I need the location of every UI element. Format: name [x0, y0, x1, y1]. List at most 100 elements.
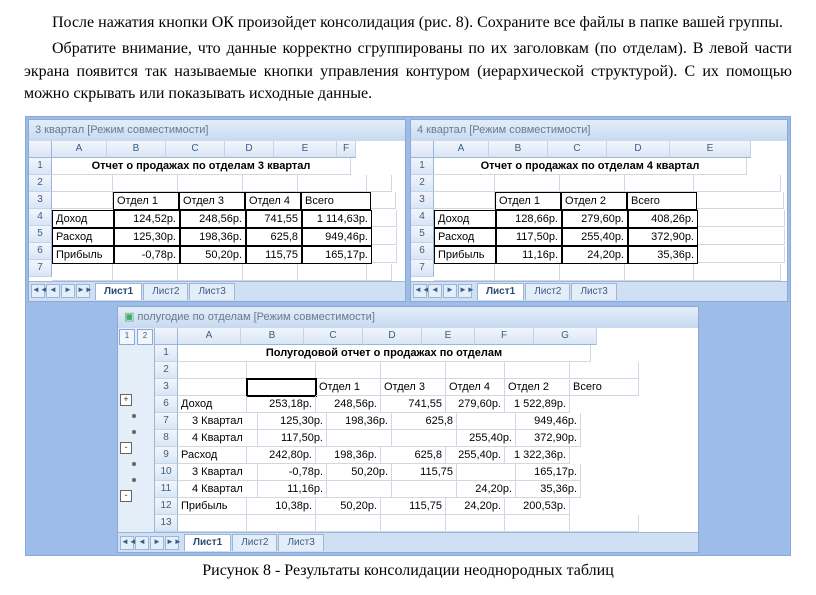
row-header[interactable]: 13 [155, 515, 178, 532]
cell[interactable] [560, 175, 625, 192]
data-cell[interactable]: 50,20р. [316, 498, 381, 515]
data-cell[interactable]: 372,90р. [516, 430, 581, 447]
data-cell[interactable]: 24,20р. [446, 498, 505, 515]
data-cell[interactable] [457, 464, 516, 481]
sheet-tab[interactable]: Лист1 [184, 534, 231, 551]
row-header[interactable]: 2 [411, 175, 434, 192]
row-label[interactable]: Расход [52, 228, 114, 246]
cell[interactable] [694, 175, 781, 192]
data-cell[interactable]: 165,17р. [302, 246, 372, 264]
row-header[interactable]: 3 [411, 192, 434, 209]
row-header[interactable]: 4 [29, 209, 52, 226]
row-label[interactable]: Прибыль [52, 246, 114, 264]
col-header[interactable]: B [241, 328, 304, 345]
row-label[interactable]: Расход [434, 228, 496, 246]
row-header[interactable]: 7 [155, 413, 178, 430]
header-cell[interactable]: Отдел 3 [381, 379, 446, 396]
data-cell[interactable]: 125,30р. [114, 228, 180, 246]
cell[interactable] [560, 264, 625, 281]
row-header[interactable]: 1 [29, 158, 52, 175]
data-cell[interactable]: 117,50р. [258, 430, 327, 447]
data-cell[interactable]: 198,36р. [327, 413, 392, 430]
row-header[interactable]: 4 [411, 209, 434, 226]
data-cell[interactable]: 24,20р. [457, 481, 516, 498]
cell[interactable] [434, 175, 495, 192]
row-header[interactable]: 8 [155, 430, 178, 447]
col-header[interactable]: G [534, 328, 597, 345]
data-cell[interactable]: -0,78р. [258, 464, 327, 481]
header-cell[interactable]: Отдел 3 [179, 192, 245, 210]
data-cell[interactable]: 10,38р. [247, 498, 316, 515]
col-header[interactable]: C [548, 141, 607, 158]
cell[interactable] [178, 175, 243, 192]
header-cell[interactable]: Всего [570, 379, 639, 396]
data-cell[interactable]: 372,90р. [628, 228, 698, 246]
data-cell[interactable]: 11,16р. [258, 481, 327, 498]
data-cell[interactable]: 625,8 [381, 447, 446, 464]
data-cell[interactable]: 198,36р. [180, 228, 246, 246]
col-header[interactable]: F [475, 328, 534, 345]
row-label[interactable]: Доход [434, 210, 496, 228]
data-cell[interactable]: 50,20р. [327, 464, 392, 481]
data-cell[interactable]: 198,36р. [316, 447, 381, 464]
row-header[interactable]: 3 [155, 379, 178, 396]
header-cell[interactable]: Всего [301, 192, 371, 210]
data-cell[interactable]: 24,20р. [562, 246, 628, 264]
data-cell[interactable]: 35,36р. [516, 481, 581, 498]
data-cell[interactable]: 248,56р. [316, 396, 381, 413]
header-cell[interactable]: Отдел 1 [113, 192, 179, 210]
data-cell[interactable]: 279,60р. [446, 396, 505, 413]
sheet-tab[interactable]: Лист3 [189, 283, 234, 300]
data-cell[interactable] [392, 430, 457, 447]
sheet-nav-btn[interactable]: ►► [76, 284, 90, 298]
col-header[interactable]: B [489, 141, 548, 158]
sheet-nav-btn[interactable]: ►► [458, 284, 472, 298]
row-header[interactable]: 10 [155, 464, 178, 481]
sheet-tab[interactable]: Лист2 [525, 283, 570, 300]
data-cell[interactable]: 625,8 [392, 413, 457, 430]
row-header[interactable]: 6 [155, 396, 178, 413]
header-cell[interactable]: Отдел 2 [561, 192, 627, 210]
row-header[interactable]: 1 [411, 158, 434, 175]
data-cell[interactable]: 11,16р. [496, 246, 562, 264]
header-cell[interactable]: Отдел 1 [316, 379, 381, 396]
col-header[interactable]: E [422, 328, 475, 345]
row-label[interactable]: Доход [52, 210, 114, 228]
sheet-nav-btn[interactable]: ◄ [46, 284, 60, 298]
cell[interactable] [694, 264, 781, 281]
data-cell[interactable]: 741,55 [246, 210, 302, 228]
data-cell[interactable] [327, 430, 392, 447]
data-cell[interactable]: 200,53р. [505, 498, 570, 515]
data-cell[interactable]: 115,75 [246, 246, 302, 264]
row-label[interactable]: Расход [178, 447, 247, 464]
col-header[interactable]: D [225, 141, 274, 158]
sheet-nav-btn[interactable]: ► [61, 284, 75, 298]
data-cell[interactable]: 35,36р. [628, 246, 698, 264]
row-header[interactable]: 3 [29, 192, 52, 209]
cell[interactable] [52, 175, 113, 192]
outline-level-btn[interactable]: 1 [119, 329, 135, 345]
col-header[interactable]: E [670, 141, 751, 158]
sheet-nav-btn[interactable]: ◄ [428, 284, 442, 298]
header-cell[interactable]: Отдел 1 [495, 192, 561, 210]
data-cell[interactable]: 279,60р. [562, 210, 628, 228]
data-cell[interactable]: 408,26р. [628, 210, 698, 228]
title-cell[interactable]: Полугодовой отчет о продажах по отделам [178, 345, 591, 362]
row-header[interactable]: 1 [155, 345, 178, 362]
col-header[interactable]: A [434, 141, 489, 158]
row-label[interactable]: Доход [178, 396, 247, 413]
row-label[interactable]: Прибыль [434, 246, 496, 264]
cell[interactable] [367, 175, 392, 192]
data-cell[interactable]: 242,80р. [247, 447, 316, 464]
row-header[interactable]: 6 [29, 243, 52, 260]
data-cell[interactable]: 253,18р. [247, 396, 316, 413]
col-header[interactable]: A [178, 328, 241, 345]
row-header[interactable]: 7 [29, 260, 52, 277]
data-cell[interactable]: 115,75 [392, 464, 457, 481]
row-header[interactable]: 9 [155, 447, 178, 464]
sheet-tab[interactable]: Лист2 [143, 283, 188, 300]
outline-toggle[interactable]: + [120, 394, 132, 406]
header-cell[interactable]: Всего [627, 192, 697, 210]
data-cell[interactable]: 255,40р. [562, 228, 628, 246]
header-cell[interactable]: Отдел 4 [446, 379, 505, 396]
